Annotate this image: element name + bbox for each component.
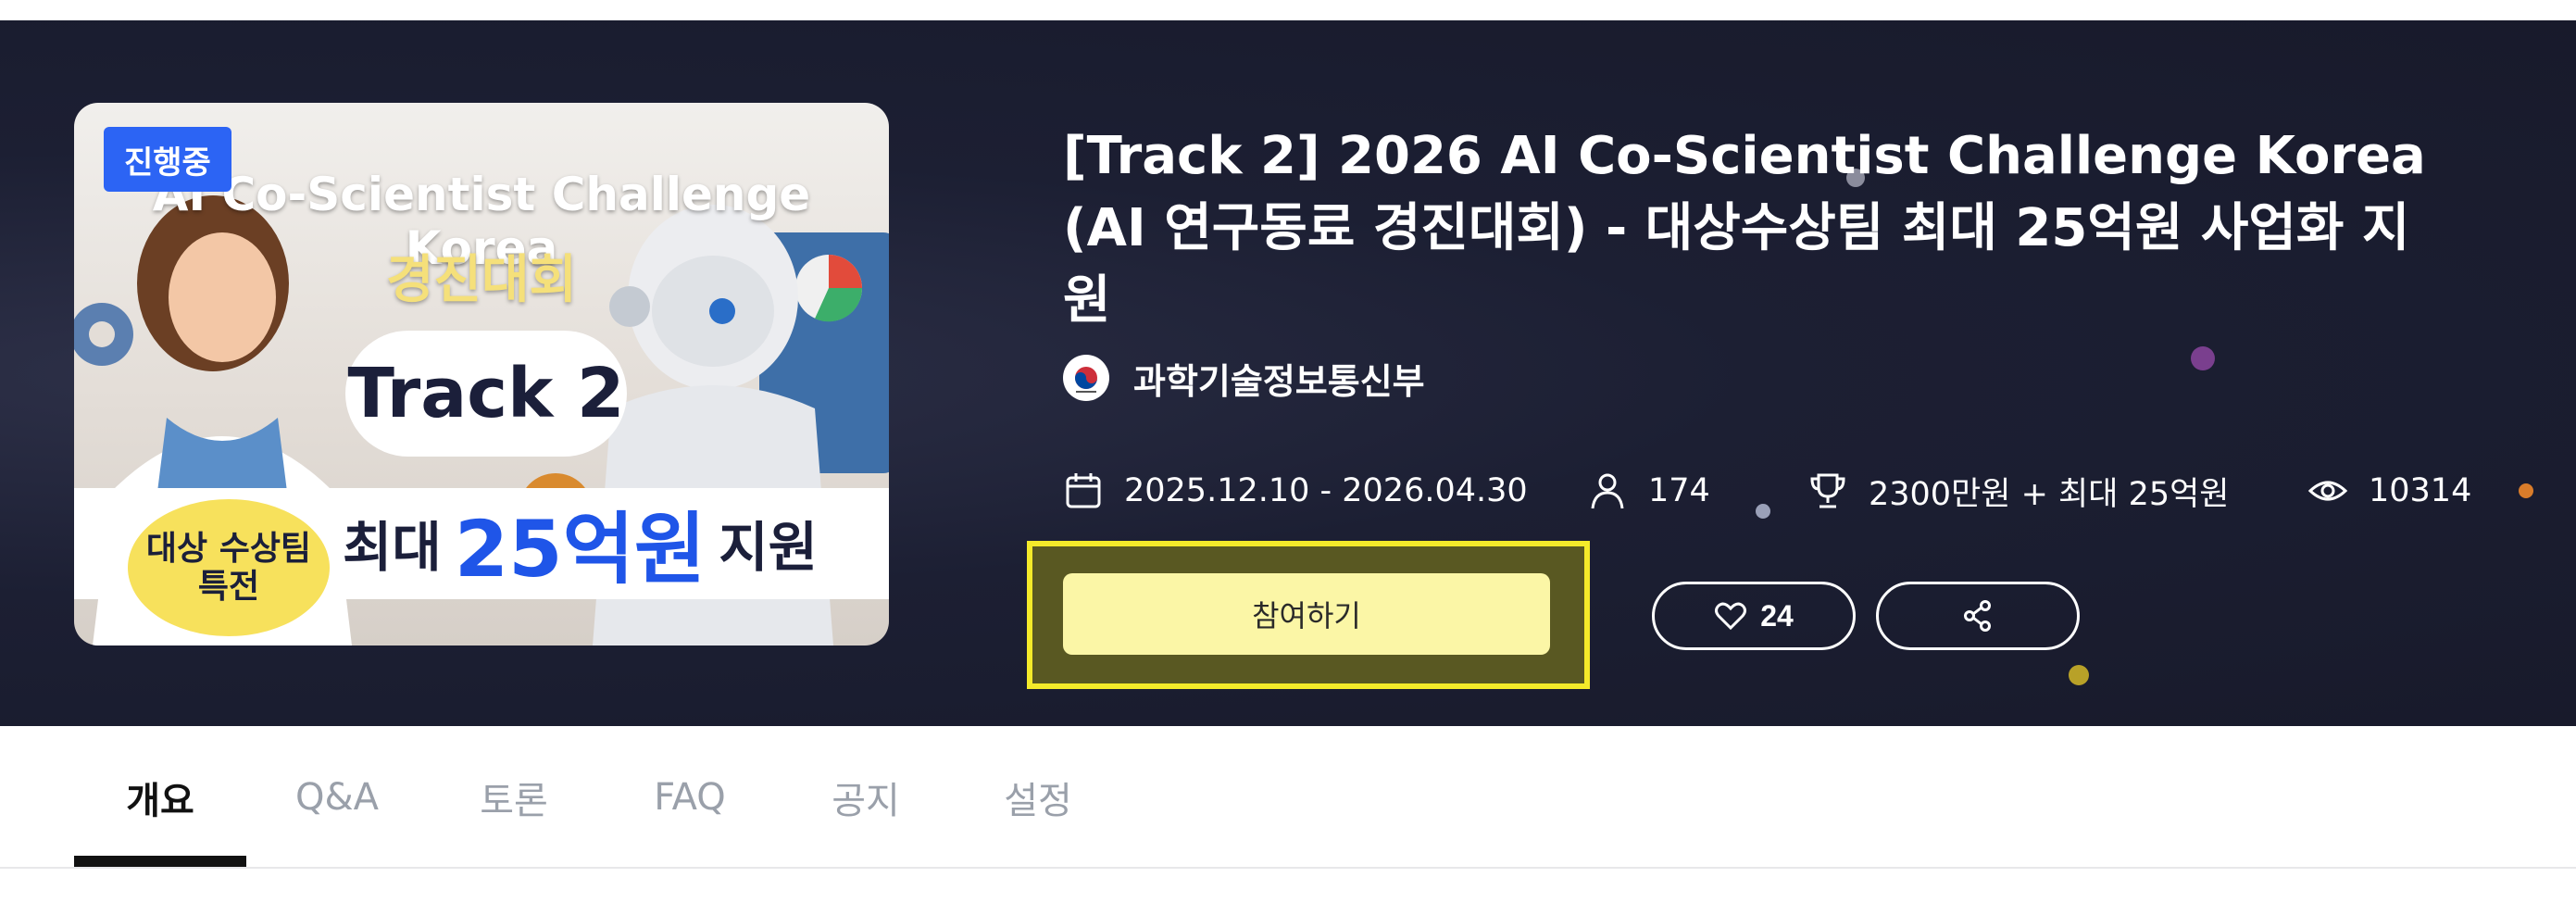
share-icon [1964,600,1991,632]
period-info: 2025.12.10 - 2026.04.30 [1063,461,1528,520]
prize-prefix: 최대 [343,516,442,579]
decor-dot [2191,346,2215,370]
tab-bar-border [0,867,2576,869]
status-badge: 진행중 [104,127,231,192]
calendar-icon [1066,473,1101,508]
prize-info: 2300만원 + 최대 25억원 [1807,461,2230,520]
views-info: 10314 [2307,461,2471,520]
tab-qna[interactable]: Q&A [250,726,424,869]
prize-text: 2300만원 + 최대 25억원 [1869,475,2230,513]
prize-badge-line1: 대상 수상팀 [145,529,312,568]
ministry-emblem-icon [1063,355,1109,401]
decor-dot [2069,665,2089,685]
period-text: 2025.12.10 - 2026.04.30 [1124,472,1528,509]
active-tab-indicator [74,856,246,867]
trophy-icon [1810,473,1845,508]
share-button[interactable] [1876,582,2080,650]
participants-count: 174 [1648,472,1710,509]
decor-dot [2519,483,2533,498]
tab-settings[interactable]: 설정 [954,726,1122,869]
thumbnail-prize-text: 최대 25억원 지원 [343,492,818,595]
top-divider [0,0,2576,20]
heart-icon [1715,602,1747,631]
page-title: [Track 2] 2026 AI Co-Scientist Challenge… [1063,126,2426,331]
thumbnail-subtitle: 경진대회 [385,250,578,310]
organizer-name: 과학기술정보통신부 [1133,360,1425,402]
like-count: 24 [1760,598,1794,633]
tab-discussion[interactable]: 토론 [426,726,602,869]
tab-faq[interactable]: FAQ [602,726,778,869]
participants-info: 174 [1587,461,1710,520]
decor-dot [1756,504,1770,519]
prize-amount: 25억원 [454,503,707,595]
join-button[interactable]: 참여하기 [1063,573,1550,655]
tab-overview[interactable]: 개요 [74,726,246,869]
eye-icon [2307,481,2348,501]
organizer[interactable]: 과학기술정보통신부 [1063,350,1425,406]
prize-suffix: 지원 [719,516,818,579]
views-count: 10314 [2369,472,2472,509]
like-button[interactable]: 24 [1652,582,1856,650]
user-icon [1591,473,1624,509]
thumbnail-track-label: Track 2 [345,331,627,457]
thumbnail-prize-badge: 대상 수상팀 특전 [128,499,330,636]
challenge-thumbnail: AI Co-Scientist Challenge Korea 경진대회 Tra… [74,103,889,646]
prize-badge-line2: 특전 [197,568,260,606]
challenge-hero: AI Co-Scientist Challenge Korea 경진대회 Tra… [0,20,2576,726]
tab-bar: 개요 Q&A 토론 FAQ 공지 설정 [0,726,2576,869]
tab-notice[interactable]: 공지 [778,726,954,869]
